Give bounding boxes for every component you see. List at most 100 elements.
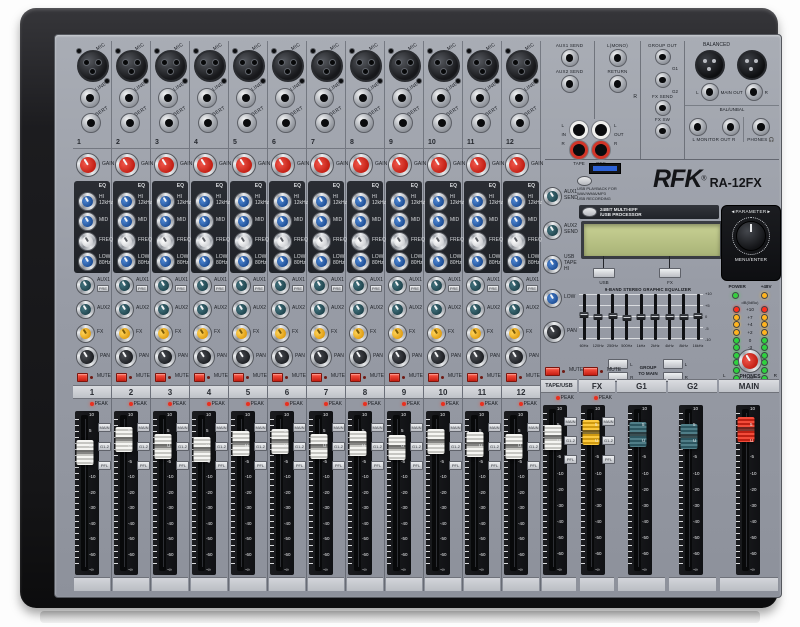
assign-group-button[interactable]: G1-2: [602, 436, 615, 445]
assign-main-button[interactable]: MAIN: [449, 423, 462, 432]
eq-hi-knob[interactable]: [390, 192, 409, 211]
eq-low-knob[interactable]: [468, 252, 487, 271]
aux1-knob[interactable]: [427, 276, 446, 295]
gain-knob[interactable]: [505, 153, 529, 177]
master-aux1-send-knob[interactable]: [543, 187, 562, 206]
assign-group-button[interactable]: G1-2: [488, 442, 501, 451]
gain-knob[interactable]: [271, 153, 295, 177]
aux1-knob[interactable]: [115, 276, 134, 295]
aux1-pre-button[interactable]: PRE: [136, 285, 148, 292]
parameter-knob[interactable]: [736, 221, 766, 251]
pan-knob[interactable]: [154, 346, 176, 368]
pan-knob[interactable]: [232, 346, 254, 368]
fx-send-knob[interactable]: [76, 324, 95, 343]
channel-fader[interactable]: [120, 415, 127, 571]
eq-freq-knob[interactable]: [78, 232, 97, 251]
assign-group-button[interactable]: G1-2: [332, 442, 345, 451]
tape-pan-knob[interactable]: [543, 321, 565, 343]
assign-main-button[interactable]: MAIN: [488, 423, 501, 432]
eq-low-knob[interactable]: [312, 252, 331, 271]
pan-knob[interactable]: [193, 346, 215, 368]
pfl-button[interactable]: PFL: [449, 461, 462, 470]
aux1-knob[interactable]: [76, 276, 95, 295]
eq-freq-knob[interactable]: [195, 232, 214, 251]
eq-freq-knob[interactable]: [390, 232, 409, 251]
aux2-knob[interactable]: [349, 300, 368, 319]
geq-slider[interactable]: [694, 313, 703, 319]
aux2-knob[interactable]: [232, 300, 251, 319]
eq-freq-knob[interactable]: [429, 232, 448, 251]
aux2-knob[interactable]: [271, 300, 290, 319]
assign-group-button[interactable]: G1-2: [449, 442, 462, 451]
aux1-pre-button[interactable]: PRE: [448, 285, 460, 292]
aux2-knob[interactable]: [505, 300, 524, 319]
phones-level-knob[interactable]: [738, 349, 762, 373]
channel-fader[interactable]: [276, 415, 283, 571]
fx-mode-button[interactable]: [659, 268, 681, 278]
gain-knob[interactable]: [310, 153, 334, 177]
group2-fader[interactable]: [685, 409, 692, 571]
pfl-button[interactable]: PFL: [293, 461, 306, 470]
assign-group-button[interactable]: G1-2: [176, 442, 189, 451]
g2-to-main-l-button[interactable]: [663, 359, 683, 369]
aux2-knob[interactable]: [115, 300, 134, 319]
eq-low-knob[interactable]: [429, 252, 448, 271]
aux1-pre-button[interactable]: PRE: [487, 285, 499, 292]
eq-mid-knob[interactable]: [234, 212, 253, 231]
channel-fader[interactable]: [354, 415, 361, 571]
gain-knob[interactable]: [76, 153, 100, 177]
eq-hi-knob[interactable]: [156, 192, 175, 211]
assign-group-button[interactable]: G1-2: [137, 442, 150, 451]
mute-button[interactable]: [389, 373, 400, 382]
aux1-knob[interactable]: [310, 276, 329, 295]
eq-hi-knob[interactable]: [351, 192, 370, 211]
pan-knob[interactable]: [427, 346, 449, 368]
channel-fader[interactable]: [315, 415, 322, 571]
fx-send-knob[interactable]: [232, 324, 251, 343]
assign-group-button[interactable]: G1-2: [564, 436, 577, 445]
pan-knob[interactable]: [388, 346, 410, 368]
assign-main-button[interactable]: MAIN: [254, 423, 267, 432]
eq-low-knob[interactable]: [507, 252, 526, 271]
eq-mid-knob[interactable]: [117, 212, 136, 231]
assign-main-button[interactable]: MAIN: [602, 417, 615, 426]
mute-button[interactable]: [77, 373, 88, 382]
mute-button[interactable]: [116, 373, 127, 382]
aux1-pre-button[interactable]: PRE: [292, 285, 304, 292]
assign-group-button[interactable]: G1-2: [527, 442, 540, 451]
eq-freq-knob[interactable]: [234, 232, 253, 251]
aux1-knob[interactable]: [154, 276, 173, 295]
gain-knob[interactable]: [115, 153, 139, 177]
aux2-knob[interactable]: [310, 300, 329, 319]
assign-group-button[interactable]: G1-2: [215, 442, 228, 451]
eq-mid-knob[interactable]: [156, 212, 175, 231]
pfl-button[interactable]: PFL: [332, 461, 345, 470]
pan-knob[interactable]: [466, 346, 488, 368]
pan-knob[interactable]: [115, 346, 137, 368]
eq-freq-knob[interactable]: [117, 232, 136, 251]
gain-knob[interactable]: [466, 153, 490, 177]
aux1-pre-button[interactable]: PRE: [409, 285, 421, 292]
eq-mid-knob[interactable]: [273, 212, 292, 231]
eq-mid-knob[interactable]: [351, 212, 370, 231]
gain-knob[interactable]: [193, 153, 217, 177]
eq-hi-knob[interactable]: [117, 192, 136, 211]
fx-send-knob[interactable]: [154, 324, 173, 343]
eq-low-knob[interactable]: [195, 252, 214, 271]
tape-mute-button[interactable]: [545, 367, 560, 376]
mute-button[interactable]: [233, 373, 244, 382]
aux1-pre-button[interactable]: PRE: [370, 285, 382, 292]
pfl-button[interactable]: PFL: [410, 461, 423, 470]
pfl-button[interactable]: PFL: [254, 461, 267, 470]
group1-fader[interactable]: [634, 409, 641, 571]
eq-mid-knob[interactable]: [312, 212, 331, 231]
geq-slider[interactable]: [679, 314, 688, 320]
gain-knob[interactable]: [154, 153, 178, 177]
eq-hi-knob[interactable]: [468, 192, 487, 211]
usb-mode-button[interactable]: [593, 268, 615, 278]
aux2-knob[interactable]: [466, 300, 485, 319]
eq-freq-knob[interactable]: [468, 232, 487, 251]
assign-group-button[interactable]: G1-2: [410, 442, 423, 451]
pan-knob[interactable]: [505, 346, 527, 368]
geq-slider[interactable]: [651, 314, 660, 320]
